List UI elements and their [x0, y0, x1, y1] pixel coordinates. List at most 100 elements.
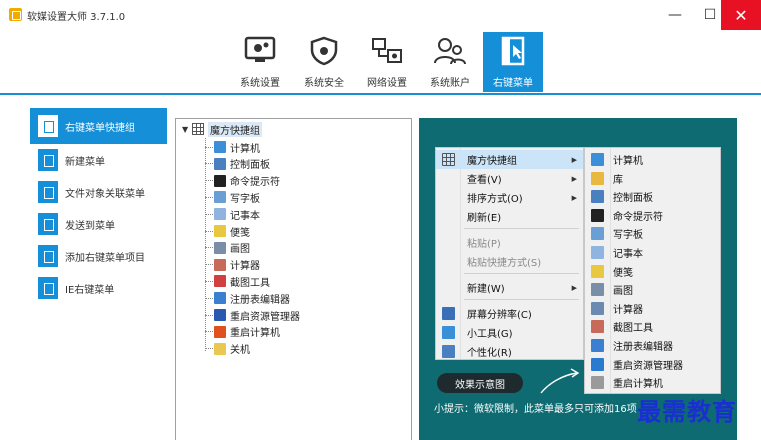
tree-root[interactable]: ▼ 魔方快捷组 — [182, 121, 262, 137]
submenu-item: 截图工具 — [585, 317, 720, 336]
item-icon — [214, 141, 226, 153]
tree-item-label: 画图 — [230, 244, 250, 256]
tree-branch-line — [205, 348, 213, 350]
submenu-item: 计算机 — [585, 150, 720, 169]
tree-branch-line — [205, 196, 213, 198]
tree-item-label: 注册表编辑器 — [230, 294, 290, 306]
menu-item-label: 排序方式(O) — [467, 194, 523, 205]
tab-label: 右键菜单 — [493, 78, 533, 89]
tree-root-label: 魔方快捷组 — [208, 121, 262, 137]
submenu-item: 写字板 — [585, 224, 720, 243]
nav-item-new-menu[interactable]: 新建菜单 — [30, 144, 167, 176]
nav-item-file-association-menu[interactable]: 文件对象关联菜单 — [30, 176, 167, 208]
close-button[interactable]: ✕ — [721, 0, 761, 30]
tree-item-label: 截图工具 — [230, 277, 270, 289]
main-toolbar: 系统设置 系统安全 网络设置 系统账户 右键菜单 — [0, 30, 761, 94]
submenu-item: 记事本 — [585, 243, 720, 262]
app-logo-icon — [9, 8, 22, 21]
chevron-down-icon[interactable]: ▼ — [182, 125, 192, 134]
item-icon — [214, 174, 226, 187]
grid-icon — [442, 153, 455, 166]
tree-item[interactable]: 注册表编辑器 — [205, 290, 290, 306]
menu-item-icon — [591, 153, 604, 166]
menu-item-label: 重启计算机 — [613, 379, 663, 391]
submenu-item: 注册表编辑器 — [585, 336, 720, 355]
menu-item-label: 控制面板 — [613, 193, 653, 205]
menu-item-icon — [591, 264, 604, 278]
context-menu-item: 粘贴快捷方式(S) — [436, 252, 583, 271]
nav-item-shortcut-group[interactable]: 右键菜单快捷组 — [30, 108, 167, 144]
context-menu-item: 查看(V) ▶ — [436, 169, 583, 188]
nav-item-ie-context-menu[interactable]: IE右键菜单 — [30, 272, 167, 304]
tree-item[interactable]: 便笺 — [205, 223, 250, 239]
context-menu-preview: 魔方快捷组 ▶ 查看(V) ▶ 排序方式(O) ▶ 刷新(E) 粘贴(P) 粘贴快捷方式(S) 新… — [435, 147, 584, 360]
tab-context-menu[interactable]: 右键菜单 — [483, 32, 543, 92]
tree-item[interactable]: 重启资源管理器 — [205, 307, 300, 323]
tree-branch-line — [205, 280, 213, 282]
chevron-right-icon: ▶ — [571, 155, 577, 164]
context-menu-item: 屏幕分辨率(C) — [436, 304, 583, 323]
tree-item[interactable]: 计算机 — [205, 139, 260, 155]
title-bar: 软媒设置大师 3.7.1.0 — ☐ ✕ — [0, 0, 761, 30]
submenu-item: 便笺 — [585, 262, 720, 281]
menu-item-label: 写字板 — [613, 230, 643, 242]
tree-item-label: 写字板 — [230, 193, 260, 205]
tree-item-label: 记事本 — [230, 210, 260, 222]
item-icon — [214, 342, 226, 355]
tree-item[interactable]: 计算器 — [205, 257, 260, 273]
tree-item[interactable]: 记事本 — [205, 206, 260, 222]
submenu-item: 命令提示符 — [585, 206, 720, 225]
tree-branch-line — [205, 146, 213, 148]
menu-item-icon — [591, 339, 604, 352]
tree-branch-line — [205, 163, 213, 165]
tab-network-settings[interactable]: 网络设置 — [357, 32, 417, 92]
context-menu-item: 粘贴(P) — [436, 233, 583, 252]
tree-item[interactable]: 重启计算机 — [205, 324, 280, 340]
menu-item-label: 计算机 — [613, 156, 643, 167]
menu-item-label: 新建(W) — [467, 284, 505, 295]
submenu-item: 重启计算机 — [585, 373, 720, 392]
network-icon — [369, 34, 405, 68]
nav-item-send-to-menu[interactable]: 发送到菜单 — [30, 208, 167, 240]
menu-item-label: 截图工具 — [613, 323, 653, 335]
tree-branch-line — [205, 180, 213, 182]
tree-item-label: 控制面板 — [230, 160, 270, 172]
submenu-item: 控制面板 — [585, 187, 720, 206]
menu-item-label: 画图 — [613, 286, 633, 298]
menu-item-label: 小工具(G) — [467, 329, 513, 340]
tree-item[interactable]: 画图 — [205, 240, 250, 256]
tree-item[interactable]: 命令提示符 — [205, 173, 280, 189]
tab-system-settings[interactable]: 系统设置 — [230, 32, 290, 92]
tab-label: 系统设置 — [240, 78, 280, 89]
tree-branch-line — [205, 213, 213, 215]
nav-label: 新建菜单 — [65, 156, 105, 168]
tree-item-label: 计算机 — [230, 143, 260, 155]
context-menu-item: 排序方式(O) ▶ — [436, 188, 583, 207]
watermark: 最需教育 — [637, 397, 737, 426]
menu-item-label: 查看(V) — [467, 175, 502, 186]
tab-system-accounts[interactable]: 系统账户 — [420, 32, 480, 92]
tree-item[interactable]: 控制面板 — [205, 156, 270, 172]
shortcut-tree[interactable]: ▼ 魔方快捷组 计算机控制面板命令提示符写字板记事本 便笺画图计算器截图工具注册表… — [175, 118, 412, 440]
chevron-right-icon: ▶ — [571, 174, 577, 183]
tab-label: 系统安全 — [304, 78, 344, 89]
tree-item-label: 计算器 — [230, 261, 260, 273]
menu-item-label: 记事本 — [613, 249, 643, 260]
menu-item-icon — [591, 301, 604, 315]
menu-item-icon — [591, 246, 604, 259]
tab-system-security[interactable]: 系统安全 — [294, 32, 354, 92]
submenu-item: 重启资源管理器 — [585, 355, 720, 374]
item-icon — [214, 275, 226, 288]
plus-icon — [38, 245, 58, 267]
menu-item-label: 个性化(R) — [467, 348, 512, 359]
context-menu-item: 小工具(G) — [436, 323, 583, 342]
tree-item[interactable]: 截图工具 — [205, 273, 270, 289]
menu-item-label: 库 — [613, 174, 623, 186]
tree-item[interactable]: 写字板 — [205, 189, 260, 205]
tree-item-label: 命令提示符 — [230, 177, 280, 189]
tree-item[interactable]: 关机 — [205, 341, 250, 357]
minimize-button[interactable]: — — [655, 0, 695, 30]
send-to-icon — [38, 213, 58, 235]
item-icon — [214, 309, 226, 321]
nav-item-add-context-item[interactable]: 添加右键菜单项目 — [30, 240, 167, 272]
